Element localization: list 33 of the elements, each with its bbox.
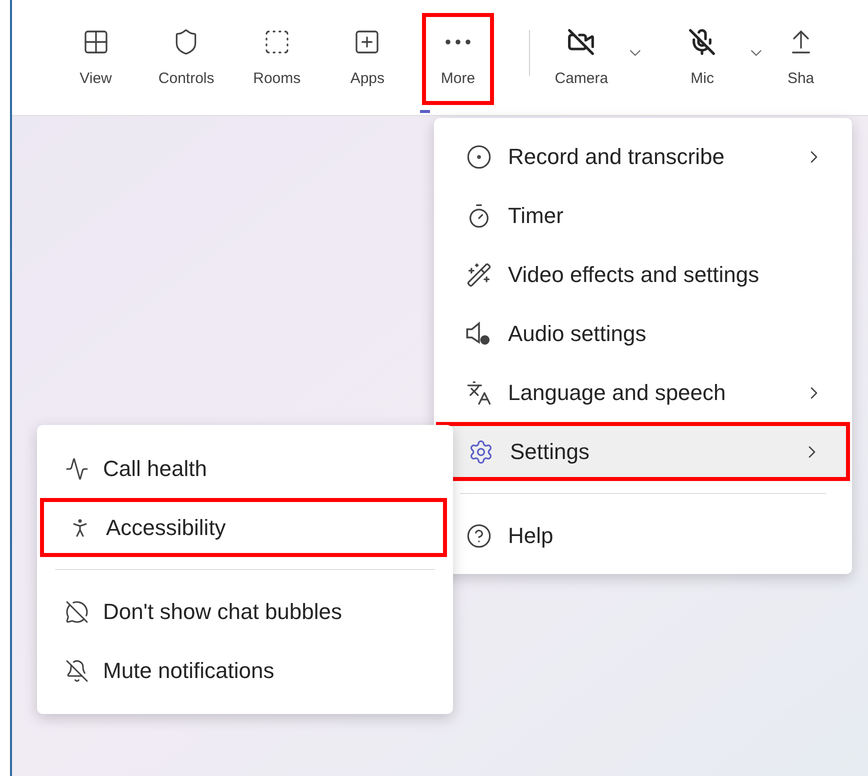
language-icon	[466, 380, 492, 406]
toolbar-button[interactable]: Mic	[666, 13, 738, 105]
toolbar-button[interactable]: Camera	[546, 13, 618, 105]
record-icon	[466, 144, 492, 170]
toolbar-button[interactable]: Controls	[150, 13, 222, 105]
rooms-icon	[262, 28, 291, 56]
more-icon	[444, 38, 471, 45]
toolbar-button[interactable]: More	[422, 13, 494, 105]
grid-icon	[82, 28, 110, 56]
menu-item[interactable]: Accessibility	[40, 498, 447, 557]
toolbar-button[interactable]: Rooms	[241, 13, 313, 105]
pulse-icon	[65, 456, 89, 480]
plus-square-icon	[353, 28, 382, 56]
menu-item[interactable]: Record and transcribe	[434, 127, 852, 186]
menu-item[interactable]: Mute notifications	[37, 641, 453, 700]
bell-off-icon	[65, 658, 89, 682]
menu-item[interactable]: Video effects and settings	[434, 245, 852, 304]
chat-off-icon	[65, 600, 89, 624]
settings-icon	[468, 438, 494, 464]
active-indicator	[420, 110, 430, 113]
help-icon	[466, 522, 492, 548]
menu-item[interactable]: Audio settings	[434, 304, 852, 363]
menu-item[interactable]: Don't show chat bubbles	[37, 582, 453, 641]
menu-item[interactable]: Settings	[436, 422, 850, 481]
camera-off-icon	[567, 28, 596, 56]
menu-item[interactable]: Timer	[434, 186, 852, 245]
wand-icon	[466, 262, 492, 288]
mic-off-icon	[688, 28, 716, 56]
toolbar-button[interactable]: View	[60, 13, 132, 105]
toolbar-button[interactable]: Sha	[787, 13, 859, 105]
menu-item[interactable]: Call health	[37, 439, 453, 498]
menu-item[interactable]: Language and speech	[434, 363, 852, 422]
toolbar-button[interactable]: Apps	[332, 13, 404, 105]
